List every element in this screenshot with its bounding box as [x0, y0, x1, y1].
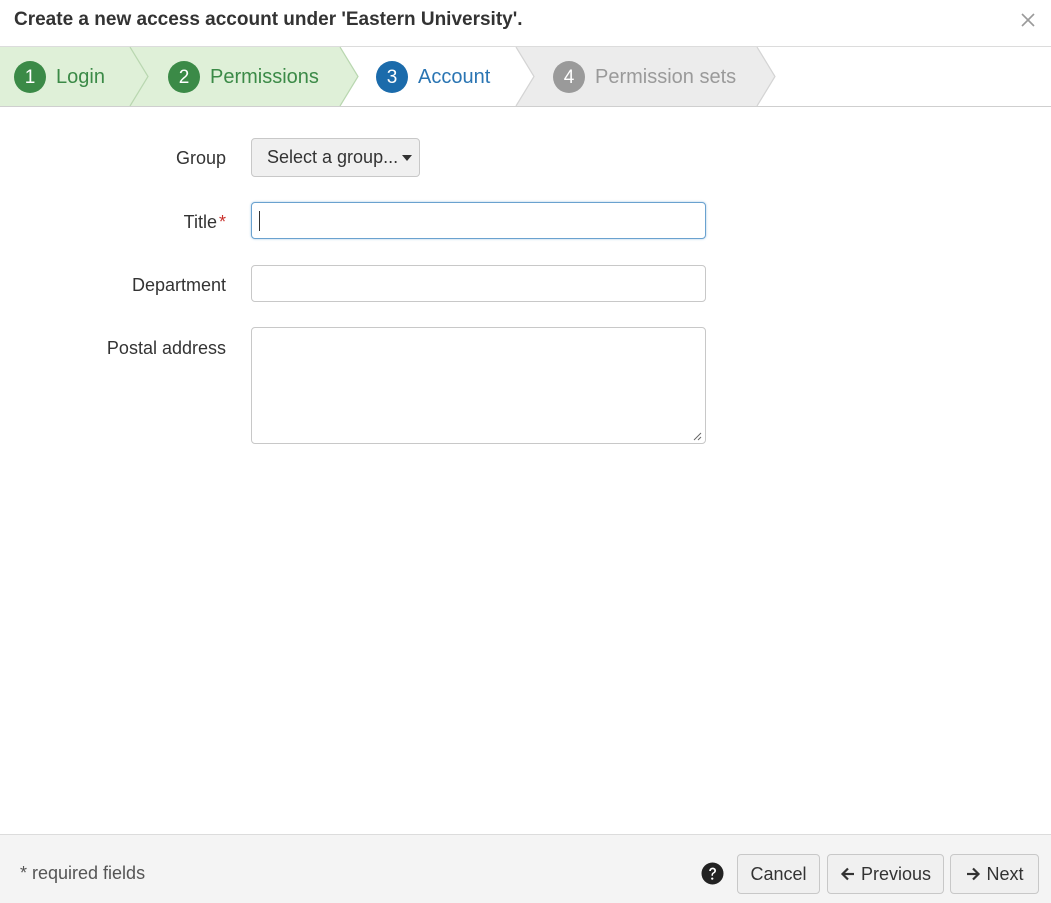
step-number: 1 — [14, 61, 46, 93]
text-cursor — [259, 211, 260, 231]
step-label: Permission sets — [595, 65, 737, 88]
step-label: Permissions — [210, 65, 319, 88]
close-icon — [1021, 13, 1035, 27]
step-account[interactable]: 3 Account — [376, 47, 490, 107]
dialog-title: Create a new access account under 'Easte… — [14, 9, 523, 30]
postal-address-textarea[interactable] — [251, 327, 706, 444]
title-label: Title * — [184, 212, 226, 233]
next-button-label: Next — [986, 863, 1024, 884]
group-select-button[interactable]: Select a group... — [251, 138, 420, 177]
close-button[interactable] — [1019, 11, 1037, 29]
dialog-header: Create a new access account under 'Easte… — [0, 0, 1051, 47]
step-permission-sets[interactable]: 4 Permission sets — [553, 47, 736, 107]
question-circle-icon[interactable] — [701, 862, 724, 885]
wizard-steps: 1 Login 2 Permissions 3 Account 4 Permis… — [0, 47, 1051, 107]
wizard-steps-background — [0, 47, 776, 106]
caret-down-icon — [402, 155, 413, 161]
create-account-dialog: Create a new access account under 'Easte… — [0, 0, 1051, 903]
postal-address-label: Postal address — [106, 338, 226, 358]
cancel-button[interactable]: Cancel — [737, 854, 820, 894]
step-permissions[interactable]: 2 Permissions — [168, 47, 319, 107]
step-label: Account — [418, 65, 491, 88]
step-label: Login — [56, 65, 105, 88]
required-marker: * — [218, 212, 226, 232]
department-input[interactable] — [251, 265, 706, 302]
step-number: 2 — [168, 61, 200, 93]
title-input[interactable] — [251, 202, 706, 239]
cancel-button-label: Cancel — [750, 863, 807, 884]
arrow-left-icon — [840, 867, 854, 881]
resize-grip-icon[interactable] — [692, 431, 702, 441]
title-label-text: Title — [183, 212, 217, 232]
group-label: Group — [175, 148, 226, 168]
step-number: 3 — [376, 61, 408, 93]
step-login[interactable]: 1 Login — [14, 47, 105, 107]
department-label: Department — [131, 275, 226, 295]
step-number: 4 — [553, 61, 585, 93]
arrow-right-icon — [967, 867, 981, 881]
group-select-label: Select a group... — [267, 147, 399, 167]
dialog-footer: * required fields Cancel Previous Next — [0, 834, 1051, 903]
next-button[interactable]: Next — [950, 854, 1039, 894]
previous-button[interactable]: Previous — [827, 854, 944, 894]
required-fields-note: * required fields — [20, 863, 146, 883]
previous-button-label: Previous — [860, 863, 932, 884]
